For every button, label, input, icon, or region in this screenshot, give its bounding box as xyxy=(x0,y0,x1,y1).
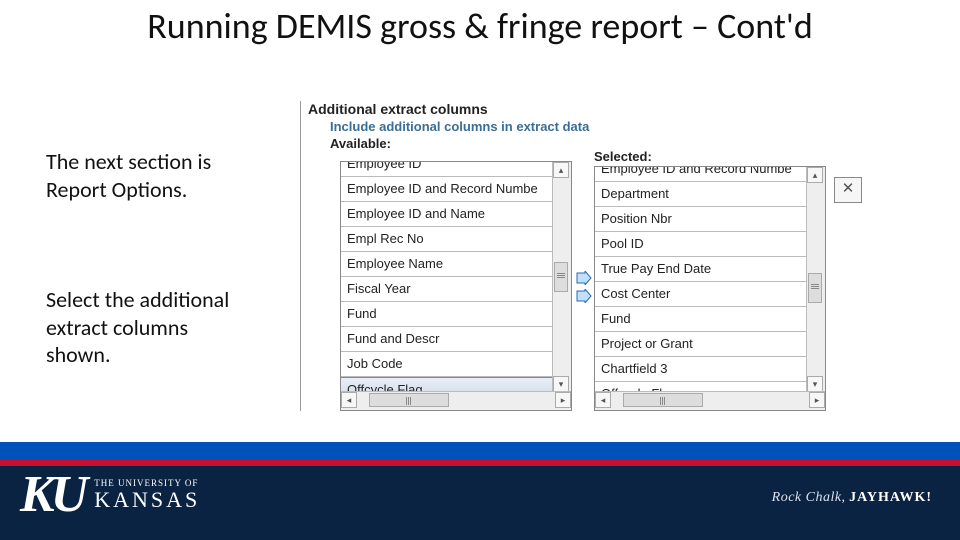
extract-columns-panel: Additional extract columns Include addit… xyxy=(300,101,890,151)
scroll-thumb[interactable] xyxy=(623,393,703,407)
scroll-up-icon[interactable]: ▴ xyxy=(807,167,823,183)
remove-column-button[interactable]: ✕ xyxy=(834,177,862,203)
footer-tagline: Rock Chalk, JAYHAWK! xyxy=(772,490,932,506)
list-item[interactable]: Fund xyxy=(341,302,553,327)
scroll-thumb[interactable] xyxy=(808,273,822,303)
shuttle-buttons xyxy=(576,271,592,307)
panel-subheading: Include additional columns in extract da… xyxy=(330,119,890,134)
available-vertical-scrollbar[interactable]: ▴ ▾ xyxy=(552,162,571,392)
intro-paragraph-1: The next section is Report Options. xyxy=(46,148,246,203)
tagline-bold: JAYHAWK! xyxy=(849,490,932,505)
list-item[interactable]: Cost Center xyxy=(595,282,807,307)
list-item[interactable]: True Pay End Date xyxy=(595,257,807,282)
list-item[interactable]: Empl Rec No xyxy=(341,227,553,252)
list-item[interactable]: Department xyxy=(595,182,807,207)
panel-heading: Additional extract columns xyxy=(308,101,890,117)
scroll-left-icon[interactable]: ◂ xyxy=(341,392,357,408)
list-item[interactable]: Pool ID xyxy=(595,232,807,257)
list-item[interactable]: Employee ID and Name xyxy=(341,202,553,227)
scroll-thumb[interactable] xyxy=(369,393,449,407)
kansas-label: KANSAS xyxy=(94,488,200,511)
selected-horizontal-scrollbar[interactable]: ◂ ▸ xyxy=(595,391,825,410)
list-item[interactable]: Position Nbr xyxy=(595,207,807,232)
list-item[interactable]: Offcycle Flag xyxy=(341,377,553,392)
list-item[interactable]: Fund xyxy=(595,307,807,332)
scroll-down-icon[interactable]: ▾ xyxy=(553,376,569,392)
ku-logo: KU THE UNIVERSITY OF KANSAS xyxy=(20,474,200,516)
move-right-icon[interactable] xyxy=(576,271,592,285)
list-item[interactable]: Employee Name xyxy=(341,252,553,277)
list-item[interactable]: Project or Grant xyxy=(595,332,807,357)
intro-paragraph-2: Select the additional extract columns sh… xyxy=(46,286,246,369)
ku-monogram-icon: KU xyxy=(20,474,84,516)
selected-vertical-scrollbar[interactable]: ▴ ▾ xyxy=(806,167,825,392)
footer-accent-blue xyxy=(0,442,960,460)
list-item[interactable]: Fund and Descr xyxy=(341,327,553,352)
move-all-right-icon[interactable] xyxy=(576,289,592,303)
list-item[interactable]: Employee ID and Record Numbe xyxy=(595,167,807,182)
list-item[interactable]: Chartfield 3 xyxy=(595,357,807,382)
scroll-left-icon[interactable]: ◂ xyxy=(595,392,611,408)
scroll-down-icon[interactable]: ▾ xyxy=(807,376,823,392)
available-listbox[interactable]: Employee IDEmployee ID and Record NumbeE… xyxy=(340,161,572,411)
selected-label: Selected: xyxy=(594,149,652,164)
scroll-thumb[interactable] xyxy=(554,262,568,292)
list-item[interactable]: Fiscal Year xyxy=(341,277,553,302)
slide-title: Running DEMIS gross & fringe report – Co… xyxy=(0,6,960,47)
list-item[interactable]: Employee ID and Record Numbe xyxy=(341,177,553,202)
selected-listbox[interactable]: Employee ID and Record NumbeDepartmentPo… xyxy=(594,166,826,411)
list-item[interactable]: Job Code xyxy=(341,352,553,377)
list-item[interactable]: Employee ID xyxy=(341,162,553,177)
scroll-right-icon[interactable]: ▸ xyxy=(555,392,571,408)
scroll-up-icon[interactable]: ▴ xyxy=(553,162,569,178)
available-horizontal-scrollbar[interactable]: ◂ ▸ xyxy=(341,391,571,410)
tagline-italic: Rock Chalk, xyxy=(772,490,846,505)
scroll-right-icon[interactable]: ▸ xyxy=(809,392,825,408)
